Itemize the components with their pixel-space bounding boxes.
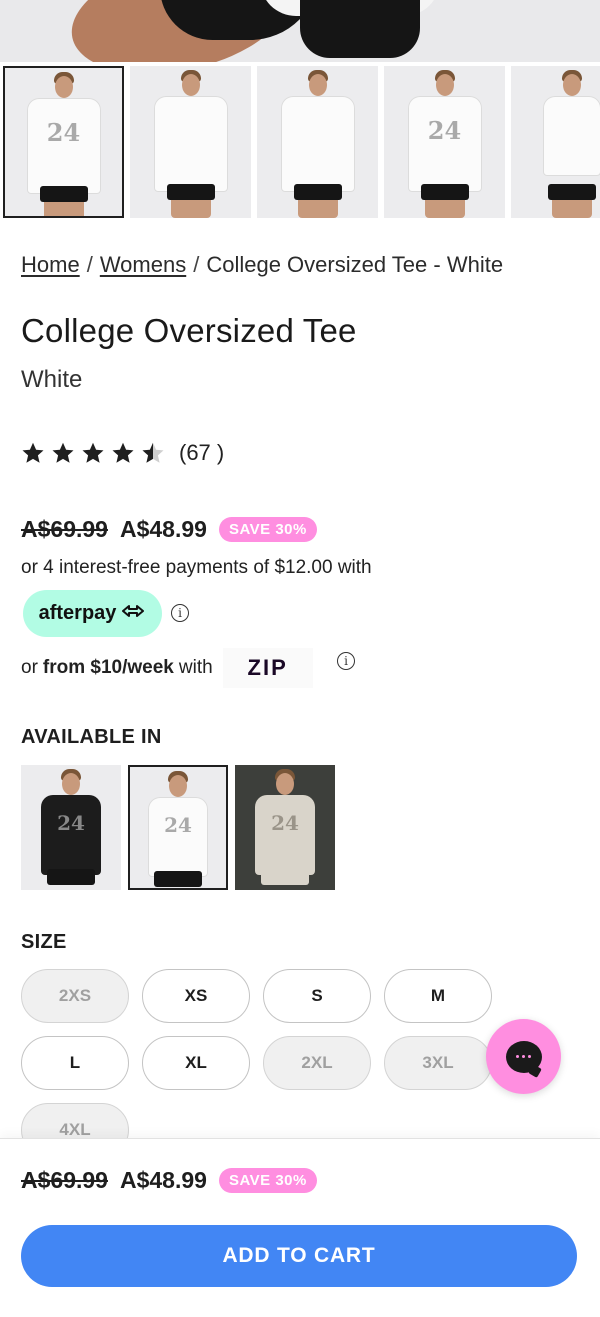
breadcrumb-separator: / <box>193 252 200 277</box>
zip-logo[interactable]: ZIP <box>222 648 313 688</box>
thumbnail-5[interactable] <box>511 66 600 218</box>
afterpay-logo[interactable]: afterpay <box>23 590 162 637</box>
zip-amount: from $10/week <box>42 657 174 678</box>
star-icon <box>21 441 45 465</box>
product-color: White <box>21 366 83 393</box>
breadcrumb-current: College Oversized Tee - White <box>206 252 504 277</box>
zip-logo-text: ZIP <box>247 655 288 680</box>
thumbnail-2[interactable] <box>130 66 251 218</box>
info-icon[interactable]: i <box>337 652 355 670</box>
size-option-l[interactable]: L <box>21 1036 129 1090</box>
size-option-xs[interactable]: XS <box>142 969 250 1023</box>
star-half-icon <box>141 441 165 465</box>
chat-icon <box>505 1040 542 1073</box>
breadcrumb-womens-link[interactable]: Womens <box>100 252 186 277</box>
product-rating[interactable]: (67 ) <box>21 440 224 466</box>
thumbnail-1[interactable]: 24 <box>3 66 124 218</box>
sticky-original-price: A$69.99 <box>21 1167 108 1193</box>
afterpay-arrows-icon <box>120 602 146 625</box>
size-option-m[interactable]: M <box>384 969 492 1023</box>
color-swatches: 24 24 24 <box>21 765 335 890</box>
product-title: College Oversized Tee <box>21 312 357 349</box>
breadcrumb: Home / Womens / College Oversized Tee - Whit… <box>21 252 503 278</box>
size-option-3xl[interactable]: 3XL <box>384 1036 492 1090</box>
star-icon <box>111 441 135 465</box>
swatch-black[interactable]: 24 <box>21 765 121 890</box>
info-icon[interactable]: i <box>171 604 189 622</box>
star-icon <box>81 441 105 465</box>
add-to-cart-button[interactable]: ADD TO CART <box>21 1225 577 1287</box>
breadcrumb-home-link[interactable]: Home <box>21 252 80 277</box>
thumbnail-4[interactable]: 24 <box>384 66 505 218</box>
zip-prefix: or <box>21 657 38 678</box>
original-price: A$69.99 <box>21 516 108 542</box>
sale-price: A$48.99 <box>119 516 207 542</box>
size-option-2xs[interactable]: 2XS <box>21 969 129 1023</box>
sticky-sale-price: A$48.99 <box>119 1167 207 1193</box>
afterpay-label: afterpay <box>38 602 117 624</box>
sticky-save-badge: SAVE 30% <box>218 1168 317 1193</box>
thumbnail-3[interactable] <box>257 66 378 218</box>
sticky-cart-bar: A$69.99 A$48.99 SAVE 30% ADD TO CART <box>0 1138 600 1317</box>
star-icon <box>51 441 75 465</box>
installments-text: or 4 interest-free payments of $12.00 wi… <box>21 557 372 578</box>
breadcrumb-separator: / <box>86 252 93 277</box>
size-option-2xl[interactable]: 2XL <box>263 1036 371 1090</box>
size-option-s[interactable]: S <box>263 969 371 1023</box>
swatch-grey[interactable]: 24 <box>235 765 335 890</box>
size-label: SIZE <box>21 931 67 953</box>
available-in-label: AVAILABLE IN <box>21 726 162 748</box>
chat-button[interactable] <box>486 1019 561 1094</box>
price-row: A$69.99 A$48.99 SAVE 30% <box>21 516 317 543</box>
sticky-price-row: A$69.99 A$48.99 SAVE 30% <box>21 1167 317 1194</box>
hero-product-image <box>0 0 600 62</box>
review-count[interactable]: (67 ) <box>179 440 224 466</box>
zip-suffix: with <box>178 657 213 678</box>
thumbnail-strip: 24 24 <box>0 66 600 218</box>
zip-row: or from $10/week with ZIP <box>21 648 313 688</box>
size-option-xl[interactable]: XL <box>142 1036 250 1090</box>
save-badge: SAVE 30% <box>218 517 317 542</box>
swatch-white[interactable]: 24 <box>128 765 228 890</box>
